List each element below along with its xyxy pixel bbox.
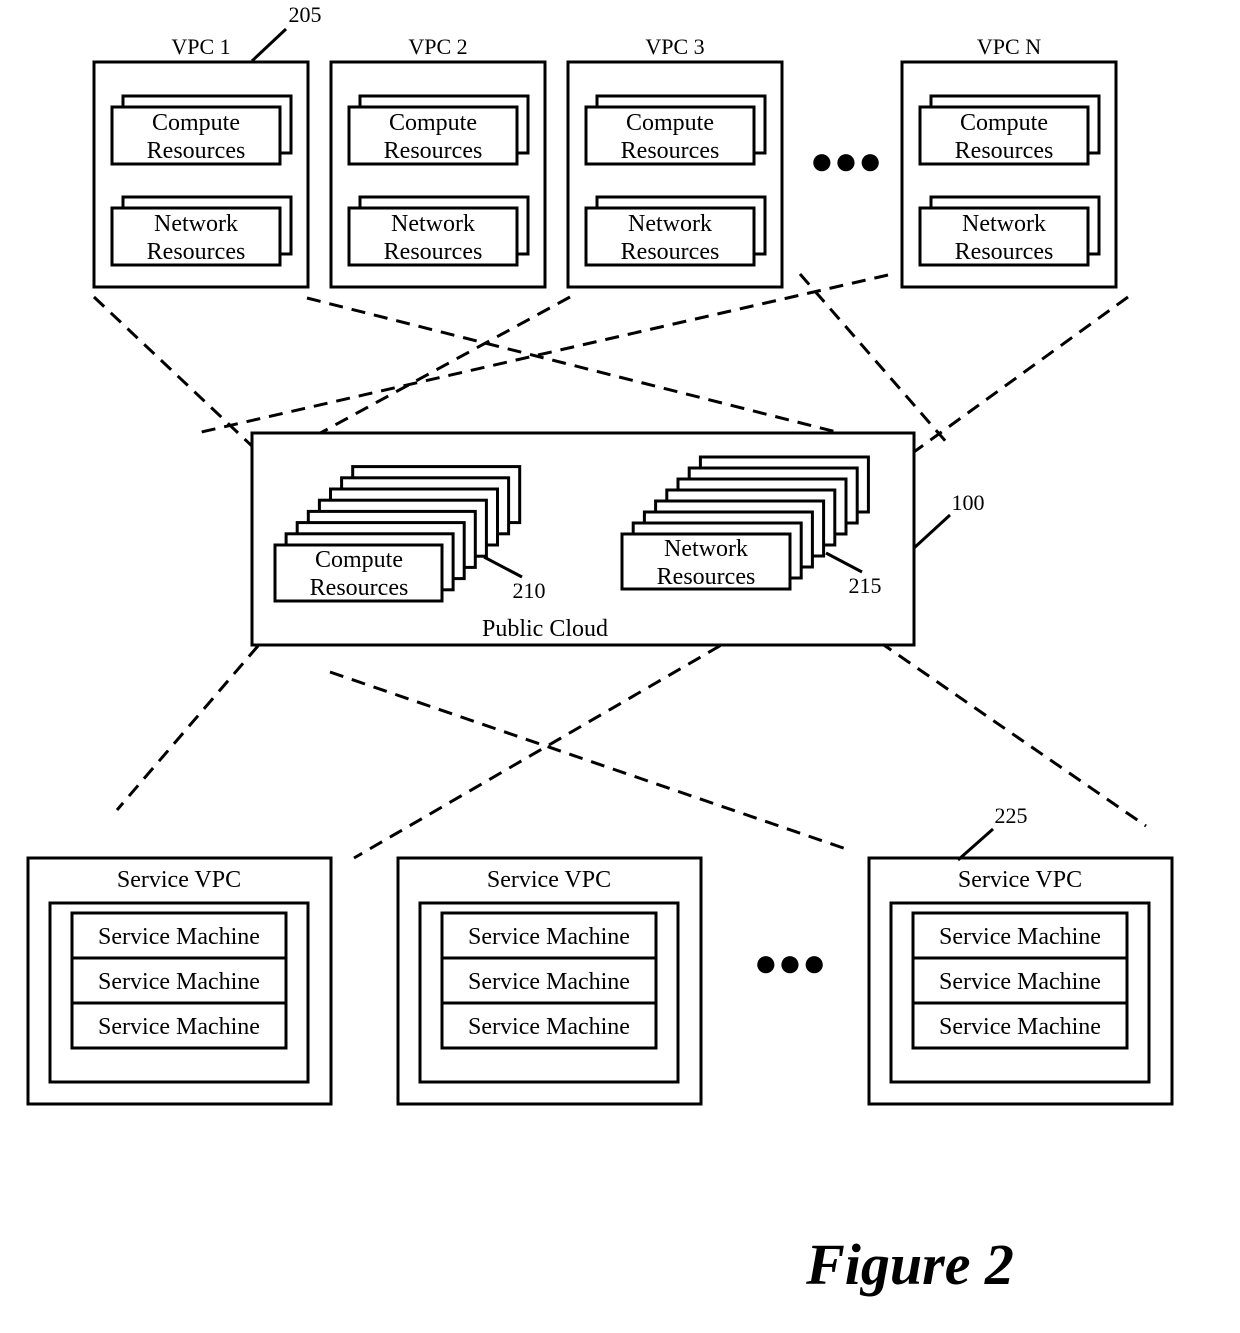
compute-label-1: Compute <box>626 110 714 136</box>
figure-caption: Figure 2 <box>805 1232 1014 1297</box>
reference-210: 210 <box>513 578 546 603</box>
projection-line <box>353 609 781 860</box>
tenant-vpc-ellipsis: ●●● <box>810 138 882 183</box>
service-machine-label: Service Machine <box>98 924 260 950</box>
tenant-vpc-name: VPC 2 <box>408 34 467 59</box>
network-label-1: Network <box>154 211 238 237</box>
tenant-vpc-name: VPC N <box>977 34 1041 59</box>
service-machine-label: Service Machine <box>468 1014 630 1040</box>
network-label-1: Network <box>962 211 1046 237</box>
tenant-vpc-name: VPC 1 <box>171 34 230 59</box>
projection-line <box>306 296 881 445</box>
service-machine-label: Service Machine <box>468 924 630 950</box>
network-label-1: Network <box>391 211 475 237</box>
service-vpc-name: Service VPC <box>487 867 611 893</box>
network-label-1: Network <box>628 211 712 237</box>
tenant-vpc-row: VPC 1ComputeResourcesNetworkResourcesVPC… <box>92 34 1118 289</box>
public-compute-label-1: Compute <box>315 547 403 573</box>
service-vpc-row: Service VPC Service Machine Service Machin… <box>26 856 1174 1106</box>
reference-215: 215 <box>849 573 882 598</box>
service-machine-label: Service Machine <box>98 1014 260 1040</box>
reference-225: 225 <box>995 803 1028 828</box>
tenant-vpc: VPC NComputeResourcesNetworkResources <box>900 34 1118 289</box>
compute-label-2: Resources <box>621 138 720 164</box>
public-compute-label-2: Resources <box>310 575 409 601</box>
tenant-vpc-name: VPC 3 <box>645 34 704 59</box>
network-label-2: Resources <box>955 239 1054 265</box>
compute-label-1: Compute <box>152 110 240 136</box>
service-machine-label: Service Machine <box>468 969 630 995</box>
tenant-vpc: VPC 1ComputeResourcesNetworkResources <box>92 34 310 289</box>
network-label-2: Resources <box>147 239 246 265</box>
service-vpc-name: Service VPC <box>117 867 241 893</box>
public-cloud: Compute Resources Network Resources Publ… <box>250 431 985 647</box>
projection-line <box>329 670 853 853</box>
service-vpc: Service VPC Service Machine Service Machin… <box>867 856 1174 1106</box>
projection-line <box>196 273 889 435</box>
compute-label-2: Resources <box>147 138 246 164</box>
tenant-vpc: VPC 3ComputeResourcesNetworkResources <box>566 34 784 289</box>
service-machine-label: Service Machine <box>939 1014 1101 1040</box>
reference-leader-225 <box>957 827 994 862</box>
reference-leader-100 <box>912 513 952 550</box>
service-machine-label: Service Machine <box>939 969 1101 995</box>
service-vpc-ellipsis: ●●● <box>754 940 826 985</box>
service-vpc: Service VPC Service Machine Service Machin… <box>26 856 333 1106</box>
service-vpc-name: Service VPC <box>958 867 1082 893</box>
network-label-2: Resources <box>384 239 483 265</box>
service-vpc: Service VPC Service Machine Service Machin… <box>396 856 703 1106</box>
network-label-2: Resources <box>621 239 720 265</box>
compute-label-1: Compute <box>389 110 477 136</box>
compute-label-2: Resources <box>955 138 1054 164</box>
vpc-architecture-diagram: VPC 1ComputeResourcesNetworkResourcesVPC… <box>26 2 1174 1297</box>
public-network-label-2: Resources <box>657 564 756 590</box>
compute-label-2: Resources <box>384 138 483 164</box>
reference-leader-205 <box>250 27 288 63</box>
service-machine-label: Service Machine <box>939 924 1101 950</box>
projection-line <box>301 295 571 445</box>
compute-label-1: Compute <box>960 110 1048 136</box>
tenant-vpc: VPC 2ComputeResourcesNetworkResources <box>329 34 547 289</box>
projection-line <box>798 273 950 445</box>
reference-100: 100 <box>952 490 985 515</box>
service-machine-label: Service Machine <box>98 969 260 995</box>
reference-205: 205 <box>289 2 322 27</box>
public-network-label-1: Network <box>664 536 748 562</box>
public-cloud-label: Public Cloud <box>482 616 608 642</box>
